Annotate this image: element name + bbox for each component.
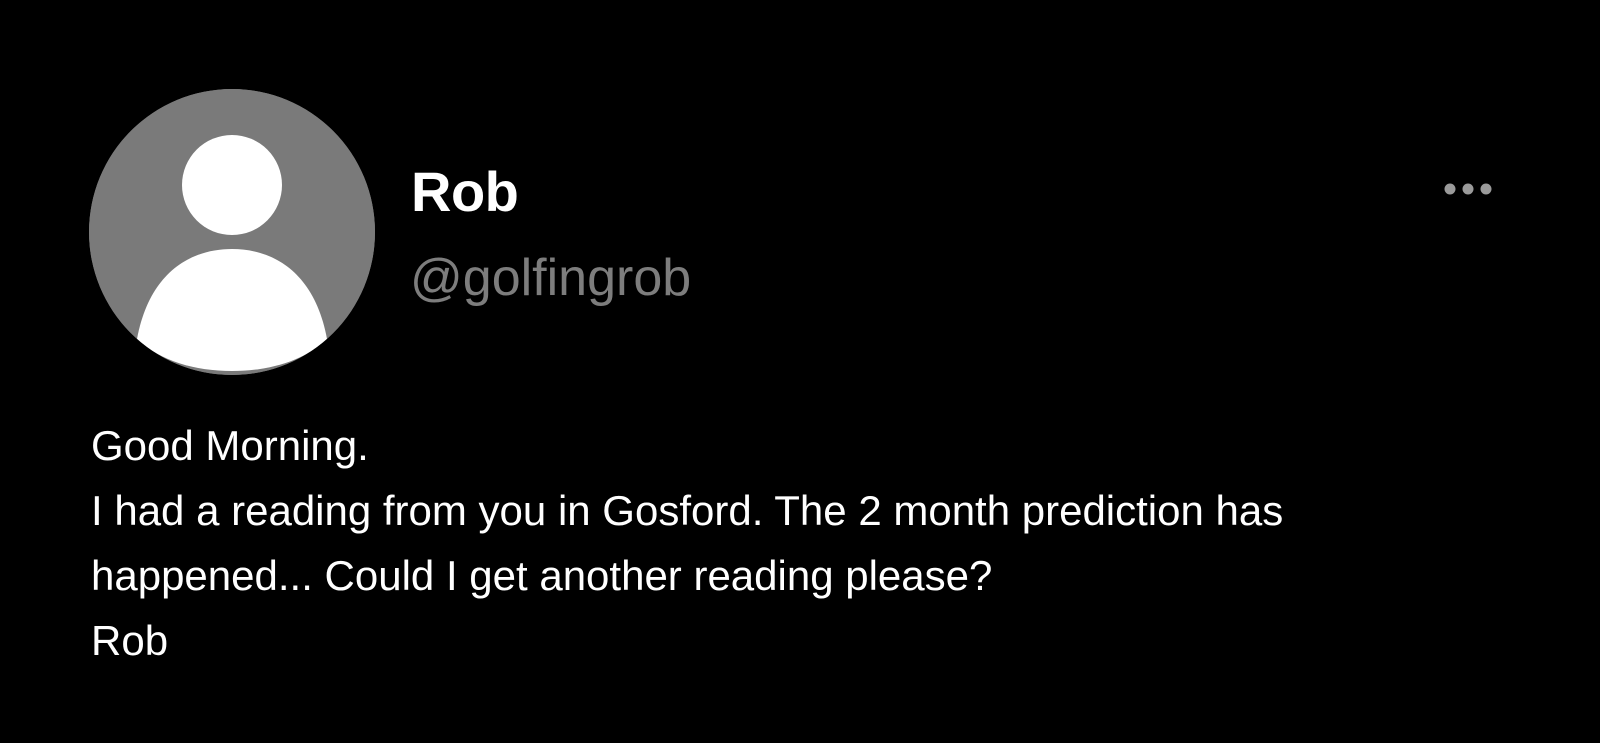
default-user-avatar-icon [89,89,375,375]
post-text-line: Good Morning. [91,422,369,469]
post-text-line: Rob [91,617,169,664]
post-text-line: I had a reading from you in Gosford. The… [91,487,1284,534]
avatar[interactable] [89,89,375,375]
author-display-name[interactable]: Rob [411,160,519,224]
post-text-line: happened... Could I get another reading … [91,552,993,599]
author-handle[interactable]: @golfingrob [410,248,691,308]
post-text: Good Morning. I had a reading from you i… [91,413,1551,673]
more-options-button[interactable] [1440,174,1496,204]
post-card: Rob @golfingrob Good Morning. I had a re… [0,0,1600,743]
more-horizontal-icon [1444,183,1492,195]
